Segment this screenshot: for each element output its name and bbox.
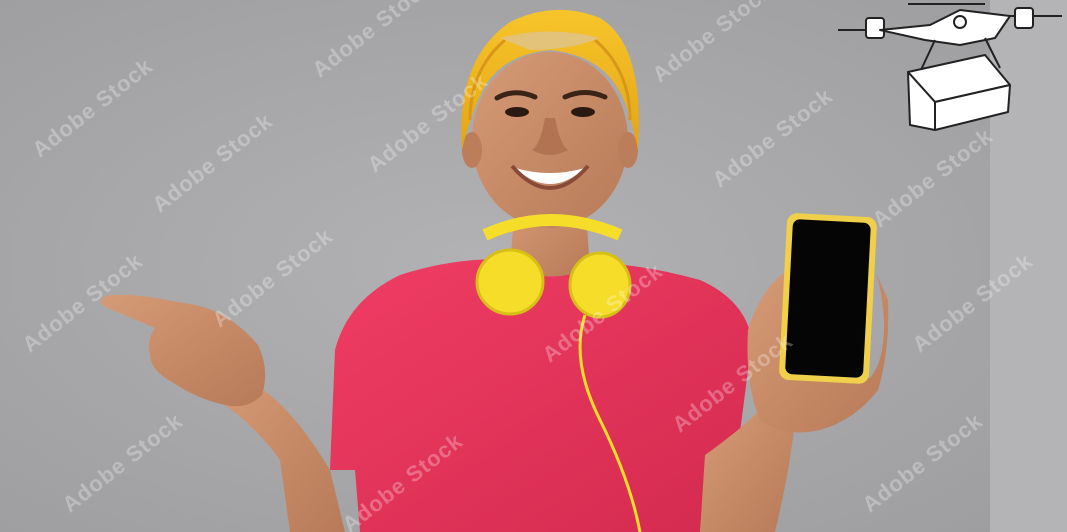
left-earcup xyxy=(475,248,545,316)
right-ear xyxy=(618,132,638,168)
pink-tshirt xyxy=(330,258,752,532)
stock-photo xyxy=(0,0,1067,532)
left-eye xyxy=(505,107,529,117)
smartphone-screen xyxy=(785,219,871,378)
right-earcup xyxy=(568,251,632,319)
right-eye xyxy=(571,107,595,117)
photo-stage: Adobe Stock Adobe Stock Adobe Stock Adob… xyxy=(0,0,1067,532)
